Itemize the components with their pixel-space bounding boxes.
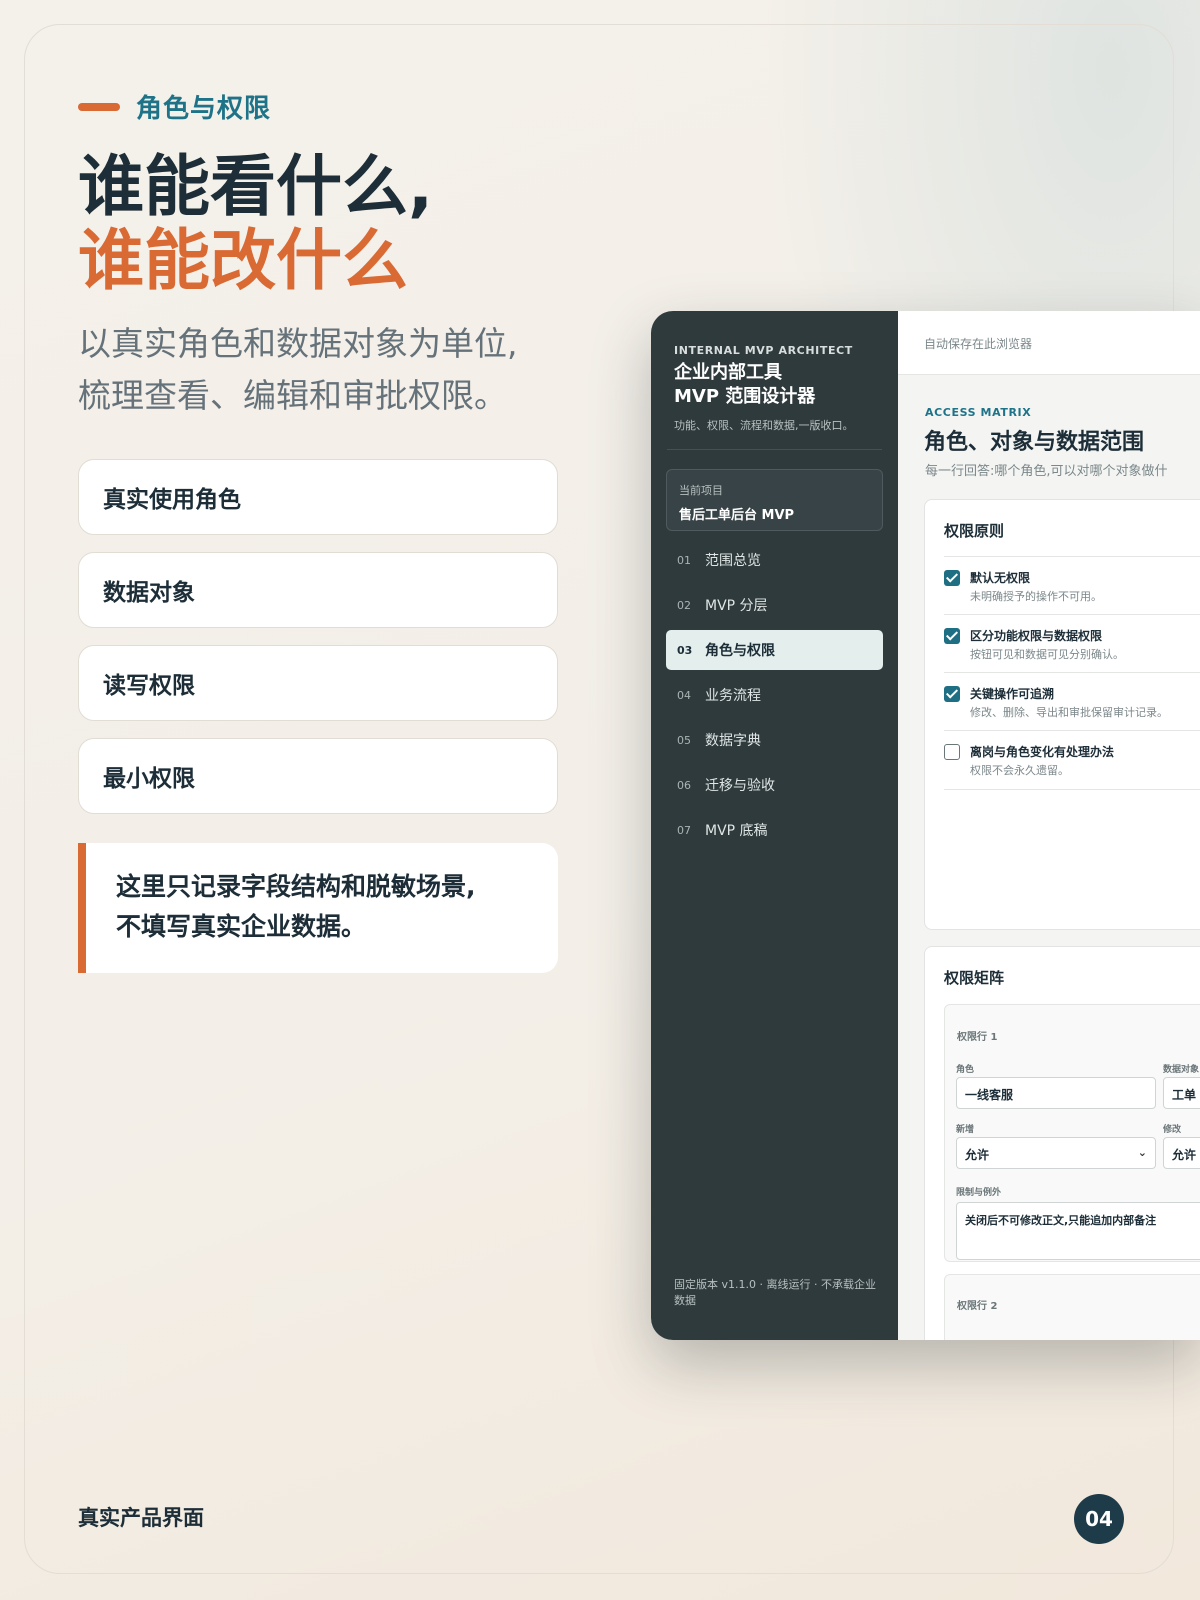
sidebar: INTERNAL MVP ARCHITECT 企业内部工具 MVP 范围设计器 … — [651, 311, 898, 1340]
limits-label: 限制与例外 — [956, 1188, 1002, 1198]
checkbox-checked[interactable] — [944, 686, 960, 702]
nav-number: 01 — [677, 553, 691, 567]
principle-title: 关键操作可追溯 — [970, 687, 1055, 701]
app-title-line2: MVP 范围设计器 — [674, 386, 816, 407]
principle-item: 关键操作可追溯 修改、删除、导出和审批保留审计记录。 — [944, 672, 1200, 731]
section-eyebrow: ACCESS MATRIX — [925, 406, 1032, 419]
permission-row-title: 权限行 1 — [957, 1032, 998, 1043]
kicker-bar — [78, 102, 120, 111]
nav-item-scope-overview[interactable]: 01 范围总览 — [666, 540, 883, 580]
sidebar-divider — [667, 449, 882, 450]
nav-number: 06 — [677, 778, 691, 792]
nav-label: 范围总览 — [705, 553, 761, 569]
matrix-panel: 权限矩阵 权限行 1 角色 一线客服 数据对象 工单 新增 允许 ⌄ 修改 允许… — [924, 946, 1200, 1340]
nav-item-mvp-layers[interactable]: 02 MVP 分层 — [666, 585, 883, 625]
note-line2: 不填写真实企业数据。 — [116, 912, 367, 941]
role-label: 角色 — [956, 1065, 975, 1075]
note-line1: 这里只记录字段结构和脱敏场景, — [116, 872, 476, 901]
section-kicker: 角色与权限 — [78, 88, 271, 125]
main-content: 自动保存在此浏览器 ACCESS MATRIX 角色、对象与数据范围 每一行回答… — [898, 311, 1200, 1340]
create-label: 新增 — [956, 1125, 975, 1135]
permission-row-card: 权限行 1 角色 一线客服 数据对象 工单 新增 允许 ⌄ 修改 允许 限制与例… — [944, 1004, 1200, 1262]
sidebar-footer: 固定版本 v1.1.0 · 离线运行 · 不承载企业数据 — [674, 1278, 876, 1307]
principle-item: 区分功能权限与数据权限 按钮可见和数据可见分别确认。 — [944, 614, 1200, 673]
principle-item: 离岗与角色变化有处理办法 权限不会永久遗留。 — [944, 730, 1200, 790]
kicker-text: 角色与权限 — [136, 94, 272, 124]
section-title: 角色、对象与数据范围 — [924, 430, 1145, 455]
sidebar-eyebrow: INTERNAL MVP ARCHITECT — [674, 344, 853, 357]
feature-card: 数据对象 — [78, 552, 558, 628]
slide-title-line1: 谁能看什么, — [78, 148, 434, 225]
autosave-status: 自动保存在此浏览器 — [924, 337, 1033, 351]
lead-line2: 梳理查看、编辑和审批权限。 — [78, 376, 507, 415]
nav-item-business-flow[interactable]: 04 业务流程 — [666, 675, 883, 715]
checkbox-checked[interactable] — [944, 628, 960, 644]
nav-label: 业务流程 — [705, 688, 761, 704]
project-name: 售后工单后台 MVP — [679, 508, 795, 523]
nav-number: 02 — [677, 598, 691, 612]
project-label: 当前项目 — [679, 484, 723, 497]
nav-item-roles-permissions[interactable]: 03 角色与权限 — [666, 630, 883, 670]
chevron-down-icon: ⌄ — [1137, 1146, 1147, 1159]
checkbox-checked[interactable] — [944, 570, 960, 586]
principle-desc: 未明确授予的操作不可用。 — [970, 590, 1102, 603]
slide-lead: 以真实角色和数据对象为单位, 梳理查看、编辑和审批权限。 — [78, 318, 518, 422]
nav-label: 迁移与验收 — [705, 778, 775, 794]
principle-title: 区分功能权限与数据权限 — [970, 629, 1103, 643]
nav-item-migration-acceptance[interactable]: 06 迁移与验收 — [666, 765, 883, 805]
nav-number: 05 — [677, 733, 691, 747]
nav-number: 03 — [677, 643, 693, 657]
create-select-value: 允许 — [965, 1148, 990, 1162]
nav-number: 04 — [677, 688, 691, 702]
section-description: 每一行回答:哪个角色,可以对哪个对象做什 — [925, 464, 1168, 479]
slide-title: 谁能看什么, 谁能改什么 — [78, 150, 433, 298]
nav-label: MVP 底稿 — [705, 823, 768, 839]
project-selector[interactable]: 当前项目 售后工单后台 MVP — [666, 469, 883, 531]
nav-item-data-dictionary[interactable]: 05 数据字典 — [666, 720, 883, 760]
principles-heading: 权限原则 — [944, 522, 1005, 540]
object-label: 数据对象 — [1163, 1065, 1200, 1075]
feature-card: 真实使用角色 — [78, 459, 558, 535]
feature-card: 最小权限 — [78, 738, 558, 814]
principles-panel: 权限原则 默认无权限 未明确授予的操作不可用。 区分功能权限与数据权限 按钮可见… — [924, 499, 1200, 930]
limits-textarea[interactable]: 关闭后不可修改正文,只能追加内部备注 — [956, 1202, 1200, 1260]
matrix-heading: 权限矩阵 — [944, 969, 1005, 987]
sidebar-nav: 01 范围总览 02 MVP 分层 03 角色与权限 04 业务流程 05 数据字典 06… — [666, 540, 883, 855]
app-window: INTERNAL MVP ARCHITECT 企业内部工具 MVP 范围设计器 … — [651, 311, 1200, 1340]
principle-desc: 修改、删除、导出和审批保留审计记录。 — [970, 706, 1168, 719]
principle-desc: 按钮可见和数据可见分别确认。 — [970, 648, 1124, 661]
nav-label: 数据字典 — [705, 733, 761, 749]
nav-number: 07 — [677, 823, 691, 837]
permission-row-card: 权限行 2 — [944, 1274, 1200, 1340]
nav-item-mvp-draft[interactable]: 07 MVP 底稿 — [666, 810, 883, 850]
app-subtitle: 功能、权限、流程和数据,一版收口。 — [674, 419, 854, 432]
slide-title-line2: 谁能改什么 — [78, 222, 408, 299]
callout-note: 这里只记录字段结构和脱敏场景, 不填写真实企业数据。 — [78, 843, 558, 973]
app-title-line1: 企业内部工具 — [674, 362, 782, 383]
feature-card-list: 真实使用角色 数据对象 读写权限 最小权限 — [78, 459, 558, 831]
footer-label: 真实产品界面 — [78, 1506, 204, 1530]
lead-line1: 以真实角色和数据对象为单位, — [78, 324, 518, 363]
role-input[interactable]: 一线客服 — [956, 1077, 1156, 1109]
object-input[interactable]: 工单 — [1163, 1077, 1200, 1109]
modify-label: 修改 — [1163, 1125, 1182, 1135]
topbar: 自动保存在此浏览器 — [898, 311, 1200, 375]
checkbox-unchecked[interactable] — [944, 744, 960, 760]
nav-label: 角色与权限 — [705, 643, 775, 659]
principle-title: 默认无权限 — [970, 571, 1031, 585]
principle-title: 离岗与角色变化有处理办法 — [970, 745, 1115, 759]
feature-card: 读写权限 — [78, 645, 558, 721]
nav-label: MVP 分层 — [705, 598, 768, 614]
principle-desc: 权限不会永久遗留。 — [970, 764, 1069, 777]
principle-item: 默认无权限 未明确授予的操作不可用。 — [944, 556, 1200, 615]
page-number-badge: 04 — [1074, 1494, 1124, 1544]
modify-select[interactable]: 允许 — [1163, 1137, 1200, 1169]
create-select[interactable]: 允许 ⌄ — [956, 1137, 1156, 1169]
app-title: 企业内部工具 MVP 范围设计器 — [674, 361, 815, 409]
permission-row-title: 权限行 2 — [957, 1301, 998, 1312]
